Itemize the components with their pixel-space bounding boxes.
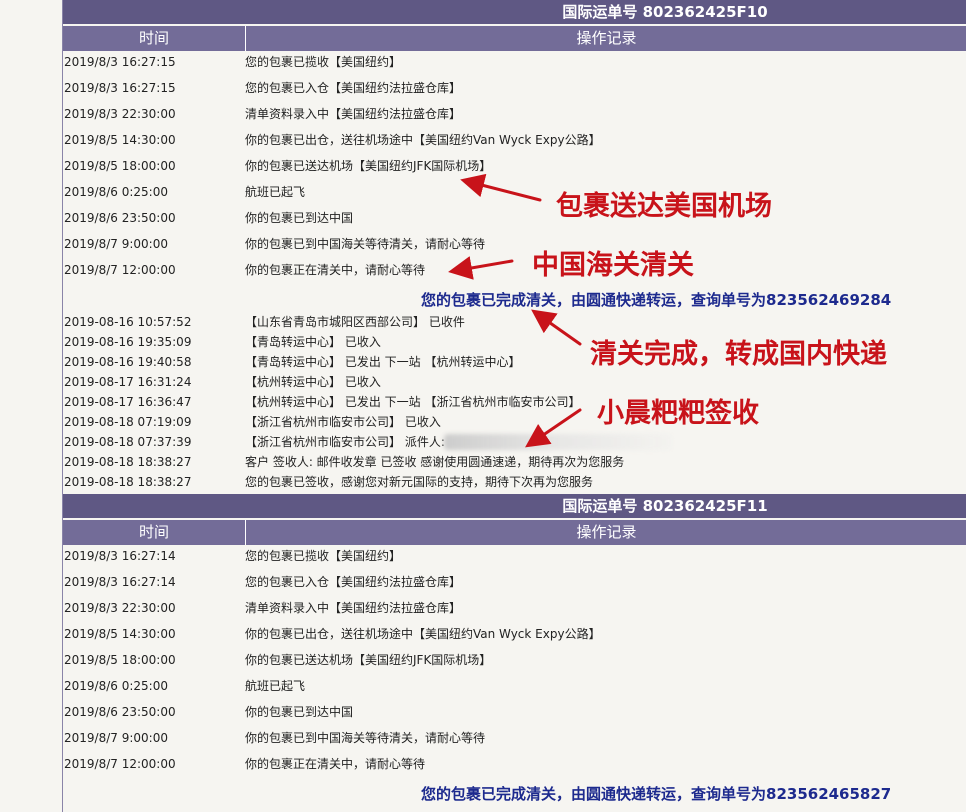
- table-row: 2019/8/6 23:50:00 你的包裹已到达中国: [63, 704, 966, 720]
- table-row: 2019/8/7 9:00:00 你的包裹已到中国海关等待清关，请耐心等待: [63, 236, 966, 252]
- row-time: 2019/8/3 22:30:00: [64, 107, 176, 121]
- row-time: 2019/8/6 0:25:00: [64, 679, 168, 693]
- clearance-notice: 您的包裹已完成清关，由圆通快递转运，查询单号为823562465827: [421, 785, 892, 803]
- waybill-title: 国际运单号 802362425F11: [63, 494, 966, 518]
- header-time: 时间: [63, 520, 246, 545]
- table-row: 2019-08-17 16:31:24 【杭州转运中心】 已收入: [63, 374, 966, 390]
- row-record: 您的包裹已入仓【美国纽约法拉盛仓库】: [245, 81, 462, 95]
- table-row: 2019-08-16 10:57:52 【山东省青岛市城阳区西部公司】 已收件: [63, 314, 966, 330]
- annotation-signed: 小晨粑粑签收: [597, 398, 759, 429]
- row-time: 2019/8/3 16:27:14: [64, 575, 176, 589]
- table-row: 2019/8/6 23:50:00 你的包裹已到达中国: [63, 210, 966, 226]
- tracking-frame: 国际运单号 802362425F10 时间 操作记录 2019/8/3 16:2…: [62, 0, 966, 812]
- table-row: 2019/8/7 12:00:00 你的包裹正在清关中，请耐心等待: [63, 756, 966, 772]
- waybill-title: 国际运单号 802362425F10: [63, 0, 966, 24]
- table-header: 时间 操作记录: [63, 520, 966, 545]
- table-row: 2019-08-18 07:19:09 【浙江省杭州市临安市公司】 已收入: [63, 414, 966, 430]
- row-record: 你的包裹已到中国海关等待清关，请耐心等待: [245, 731, 486, 745]
- table-row: 2019/8/5 14:30:00 你的包裹已出仓，送往机场途中【美国纽约Van …: [63, 626, 966, 642]
- row-record: 你的包裹已送达机场【美国纽约JFK国际机场】: [245, 653, 492, 667]
- header-record: 操作记录: [576, 523, 637, 541]
- row-record: 你的包裹正在清关中，请耐心等待: [245, 757, 426, 771]
- table-row: 2019/8/7 9:00:00 你的包裹已到中国海关等待清关，请耐心等待: [63, 730, 966, 746]
- row-time: 2019-08-18 18:38:27: [64, 455, 192, 469]
- row-time: 2019/8/6 0:25:00: [64, 185, 168, 199]
- row-record: 你的包裹已送达机场【美国纽约JFK国际机场】: [245, 159, 492, 173]
- row-time: 2019-08-16 10:57:52: [64, 315, 192, 329]
- row-record: 你的包裹已出仓，送往机场途中【美国纽约Van Wyck Expy公路】: [245, 627, 601, 641]
- row-time: 2019/8/5 18:00:00: [64, 159, 176, 173]
- table-row: 2019/8/3 16:27:15 您的包裹已入仓【美国纽约法拉盛仓库】: [63, 80, 966, 96]
- row-record: 清单资料录入中【美国纽约法拉盛仓库】: [245, 601, 462, 615]
- table-row: 2019/8/5 14:30:00 你的包裹已出仓，送往机场途中【美国纽约Van …: [63, 132, 966, 148]
- row-time: 2019/8/7 9:00:00: [64, 731, 168, 745]
- row-time: 2019-08-16 19:40:58: [64, 355, 192, 369]
- row-record: 你的包裹已到达中国: [245, 705, 354, 719]
- row-time: 2019/8/7 12:00:00: [64, 757, 176, 771]
- row-record: 清单资料录入中【美国纽约法拉盛仓库】: [245, 107, 462, 121]
- header-record: 操作记录: [576, 29, 637, 47]
- row-time: 2019/8/3 16:27:15: [64, 81, 176, 95]
- table-row: 2019/8/7 12:00:00 你的包裹正在清关中，请耐心等待: [63, 262, 966, 278]
- row-time: 2019/8/3 16:27:15: [64, 55, 176, 69]
- row-time: 2019/8/5 14:30:00: [64, 133, 176, 147]
- row-record: 航班已起飞: [245, 679, 306, 693]
- table-row: 2019-08-18 18:38:27 您的包裹已签收，感谢您对新元国际的支持，期…: [63, 474, 966, 490]
- annotation-customs: 中国海关清关: [532, 250, 694, 281]
- row-time: 2019-08-18 07:37:39: [64, 435, 192, 449]
- table-row: 2019/8/3 22:30:00 清单资料录入中【美国纽约法拉盛仓库】: [63, 600, 966, 616]
- row-time: 2019-08-17 16:36:47: [64, 395, 192, 409]
- table-row: 2019-08-18 18:38:27 客户 签收人: 邮件收发章 已签收 感谢使…: [63, 454, 966, 470]
- table-row: 2019-08-17 16:36:47 【杭州转运中心】 已发出 下一站 【浙江省…: [63, 394, 966, 410]
- table-row: 2019/8/3 22:30:00 清单资料录入中【美国纽约法拉盛仓库】: [63, 106, 966, 122]
- row-record: 您的包裹已揽收【美国纽约】: [245, 549, 402, 563]
- row-time: 2019-08-16 19:35:09: [64, 335, 192, 349]
- table-header: 时间 操作记录: [63, 26, 966, 51]
- row-record: 【山东省青岛市城阳区西部公司】 已收件: [245, 315, 465, 329]
- row-time: 2019-08-17 16:31:24: [64, 375, 192, 389]
- row-record: 您的包裹已入仓【美国纽约法拉盛仓库】: [245, 575, 462, 589]
- row-time: 2019-08-18 18:38:27: [64, 475, 192, 489]
- table-row: 2019/8/3 16:27:14 您的包裹已揽收【美国纽约】: [63, 548, 966, 564]
- row-record: 客户 签收人: 邮件收发章 已签收 感谢使用圆通速递，期待再次为您服务: [245, 455, 625, 469]
- row-time: 2019/8/5 18:00:00: [64, 653, 176, 667]
- redaction-blur: [444, 434, 672, 450]
- row-record: 【杭州转运中心】 已收入: [245, 375, 381, 389]
- clearance-notice: 您的包裹已完成清关，由圆通快递转运，查询单号为823562469284: [421, 291, 892, 309]
- table-row: 2019/8/6 0:25:00 航班已起飞: [63, 184, 966, 200]
- row-record: 您的包裹已揽收【美国纽约】: [245, 55, 402, 69]
- annotation-airport: 包裹送达美国机场: [556, 191, 772, 222]
- table-row: 2019/8/5 18:00:00 你的包裹已送达机场【美国纽约JFK国际机场】: [63, 158, 966, 174]
- header-time: 时间: [63, 26, 246, 51]
- row-time: 2019/8/3 16:27:14: [64, 549, 176, 563]
- row-time: 2019/8/5 14:30:00: [64, 627, 176, 641]
- table-row: 2019/8/5 18:00:00 你的包裹已送达机场【美国纽约JFK国际机场】: [63, 652, 966, 668]
- row-time: 2019/8/6 23:50:00: [64, 705, 176, 719]
- row-time: 2019/8/7 12:00:00: [64, 263, 176, 277]
- row-time: 2019/8/6 23:50:00: [64, 211, 176, 225]
- annotation-cleared: 清关完成，转成国内快递: [590, 339, 887, 370]
- row-time: 2019/8/3 22:30:00: [64, 601, 176, 615]
- table-row: 2019/8/6 0:25:00 航班已起飞: [63, 678, 966, 694]
- table-row: 2019/8/3 16:27:15 您的包裹已揽收【美国纽约】: [63, 54, 966, 70]
- row-time: 2019/8/7 9:00:00: [64, 237, 168, 251]
- table-row: 2019/8/3 16:27:14 您的包裹已入仓【美国纽约法拉盛仓库】: [63, 574, 966, 590]
- row-record: 您的包裹已签收，感谢您对新元国际的支持，期待下次再为您服务: [245, 475, 594, 489]
- row-time: 2019-08-18 07:19:09: [64, 415, 192, 429]
- row-record: 你的包裹已出仓，送往机场途中【美国纽约Van Wyck Expy公路】: [245, 133, 601, 147]
